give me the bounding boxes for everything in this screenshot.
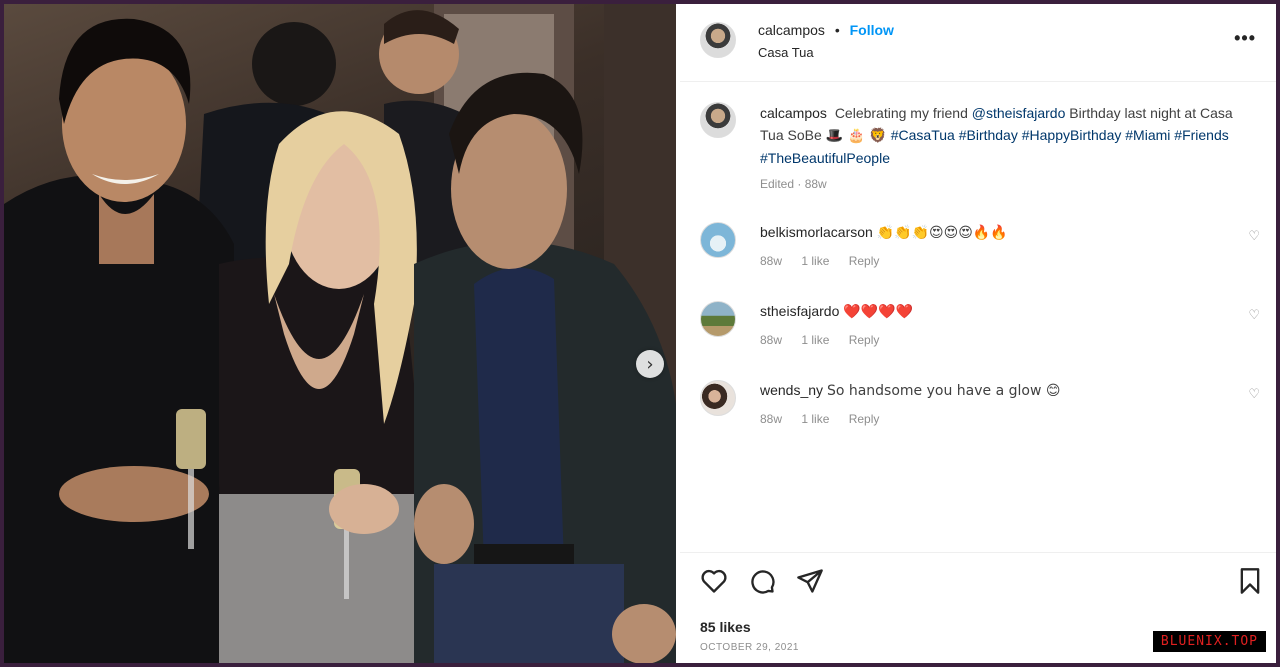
heart-icon[interactable] (700, 567, 728, 595)
comment-body: belkismorlacarson 👏👏👏😍😍😍🔥🔥 (760, 224, 1008, 241)
hashtag-link[interactable]: #CasaTua (891, 127, 955, 143)
watermark: BLUENIX.TOP (1152, 631, 1266, 652)
reply-button[interactable]: Reply (849, 333, 880, 347)
comment-username[interactable]: wends_ny (760, 382, 823, 398)
post-date: OCTOBER 29, 2021 (700, 642, 799, 653)
post-header: calcampos • Follow Casa Tua ••• (680, 4, 1276, 82)
comment-item: stheisfajardo ❤️❤️❤️❤️ 88w 1 like Reply … (700, 301, 1260, 361)
comment-username[interactable]: belkismorlacarson (760, 224, 873, 240)
caption: calcampos Celebrating my friend @stheisf… (700, 102, 1240, 191)
post-photo[interactable]: › (4, 4, 676, 663)
next-photo-button[interactable]: › (636, 350, 664, 378)
caption-username[interactable]: calcampos (760, 105, 827, 121)
comment-meta: 88w 1 like Reply (760, 333, 895, 347)
caption-avatar[interactable] (700, 102, 736, 138)
comment-avatar[interactable] (700, 380, 736, 416)
comment-age: 88w (760, 333, 783, 347)
bookmark-icon[interactable] (1236, 567, 1264, 595)
comment-meta: 88w 1 like Reply (760, 412, 895, 426)
likes-count[interactable]: 85 likes (700, 619, 751, 635)
comment-like-icon[interactable]: ♡ (1248, 307, 1260, 323)
comment-likes[interactable]: 1 like (801, 254, 829, 268)
comment-age: 88w (760, 254, 783, 268)
comment-like-icon[interactable]: ♡ (1248, 386, 1260, 402)
comment-text: So handsome you have a glow 😊 (826, 383, 1061, 399)
comment-age: 88w (760, 412, 783, 426)
comment-text: 👏👏👏😍😍😍🔥🔥 (876, 225, 1008, 241)
photo-illustration (4, 4, 676, 663)
location-link[interactable]: Casa Tua (758, 45, 814, 60)
follow-button[interactable]: Follow (850, 22, 894, 38)
comment-text: ❤️❤️❤️❤️ (843, 304, 914, 320)
post-sidebar: calcampos • Follow Casa Tua ••• calcampo… (680, 4, 1276, 663)
comment-username[interactable]: stheisfajardo (760, 303, 839, 319)
hashtag-link[interactable]: #HappyBirthday (1022, 127, 1122, 143)
header-username[interactable]: calcampos (758, 22, 825, 38)
header-user-line: calcampos • Follow (758, 22, 894, 38)
comment-meta: 88w 1 like Reply (760, 254, 895, 268)
share-icon[interactable] (796, 567, 824, 595)
comment-icon[interactable] (748, 567, 776, 595)
hashtag-link[interactable]: #Miami (1125, 127, 1170, 143)
reply-button[interactable]: Reply (849, 254, 880, 268)
hashtag-link[interactable]: #Birthday (959, 127, 1018, 143)
post-frame: › calcampos • Follow Casa Tua ••• calcam… (4, 4, 1276, 663)
caption-text: calcampos Celebrating my friend @stheisf… (760, 102, 1240, 169)
mention-link[interactable]: @stheisfajardo (972, 105, 1066, 121)
hashtag-link[interactable]: #Friends (1174, 127, 1228, 143)
caption-text-before: Celebrating my friend (834, 105, 968, 121)
caption-emojis: 🎩 🎂 🦁 (825, 128, 887, 144)
comment-avatar[interactable] (700, 301, 736, 337)
comment-avatar[interactable] (700, 222, 736, 258)
edited-timestamp: Edited · 88w (760, 177, 827, 191)
comment-likes[interactable]: 1 like (801, 333, 829, 347)
comment-item: belkismorlacarson 👏👏👏😍😍😍🔥🔥 88w 1 like Re… (700, 222, 1260, 282)
separator-dot: • (834, 22, 840, 38)
comment-like-icon[interactable]: ♡ (1248, 228, 1260, 244)
reply-button[interactable]: Reply (849, 412, 880, 426)
comment-body: stheisfajardo ❤️❤️❤️❤️ (760, 303, 913, 320)
more-options-icon[interactable]: ••• (1234, 28, 1256, 49)
comment-item: wends_ny So handsome you have a glow 😊 8… (700, 380, 1260, 440)
hashtag-link[interactable]: #TheBeautifulPeople (760, 150, 890, 166)
comment-likes[interactable]: 1 like (801, 412, 829, 426)
comment-body: wends_ny So handsome you have a glow 😊 (760, 382, 1060, 399)
avatar[interactable] (700, 22, 736, 58)
